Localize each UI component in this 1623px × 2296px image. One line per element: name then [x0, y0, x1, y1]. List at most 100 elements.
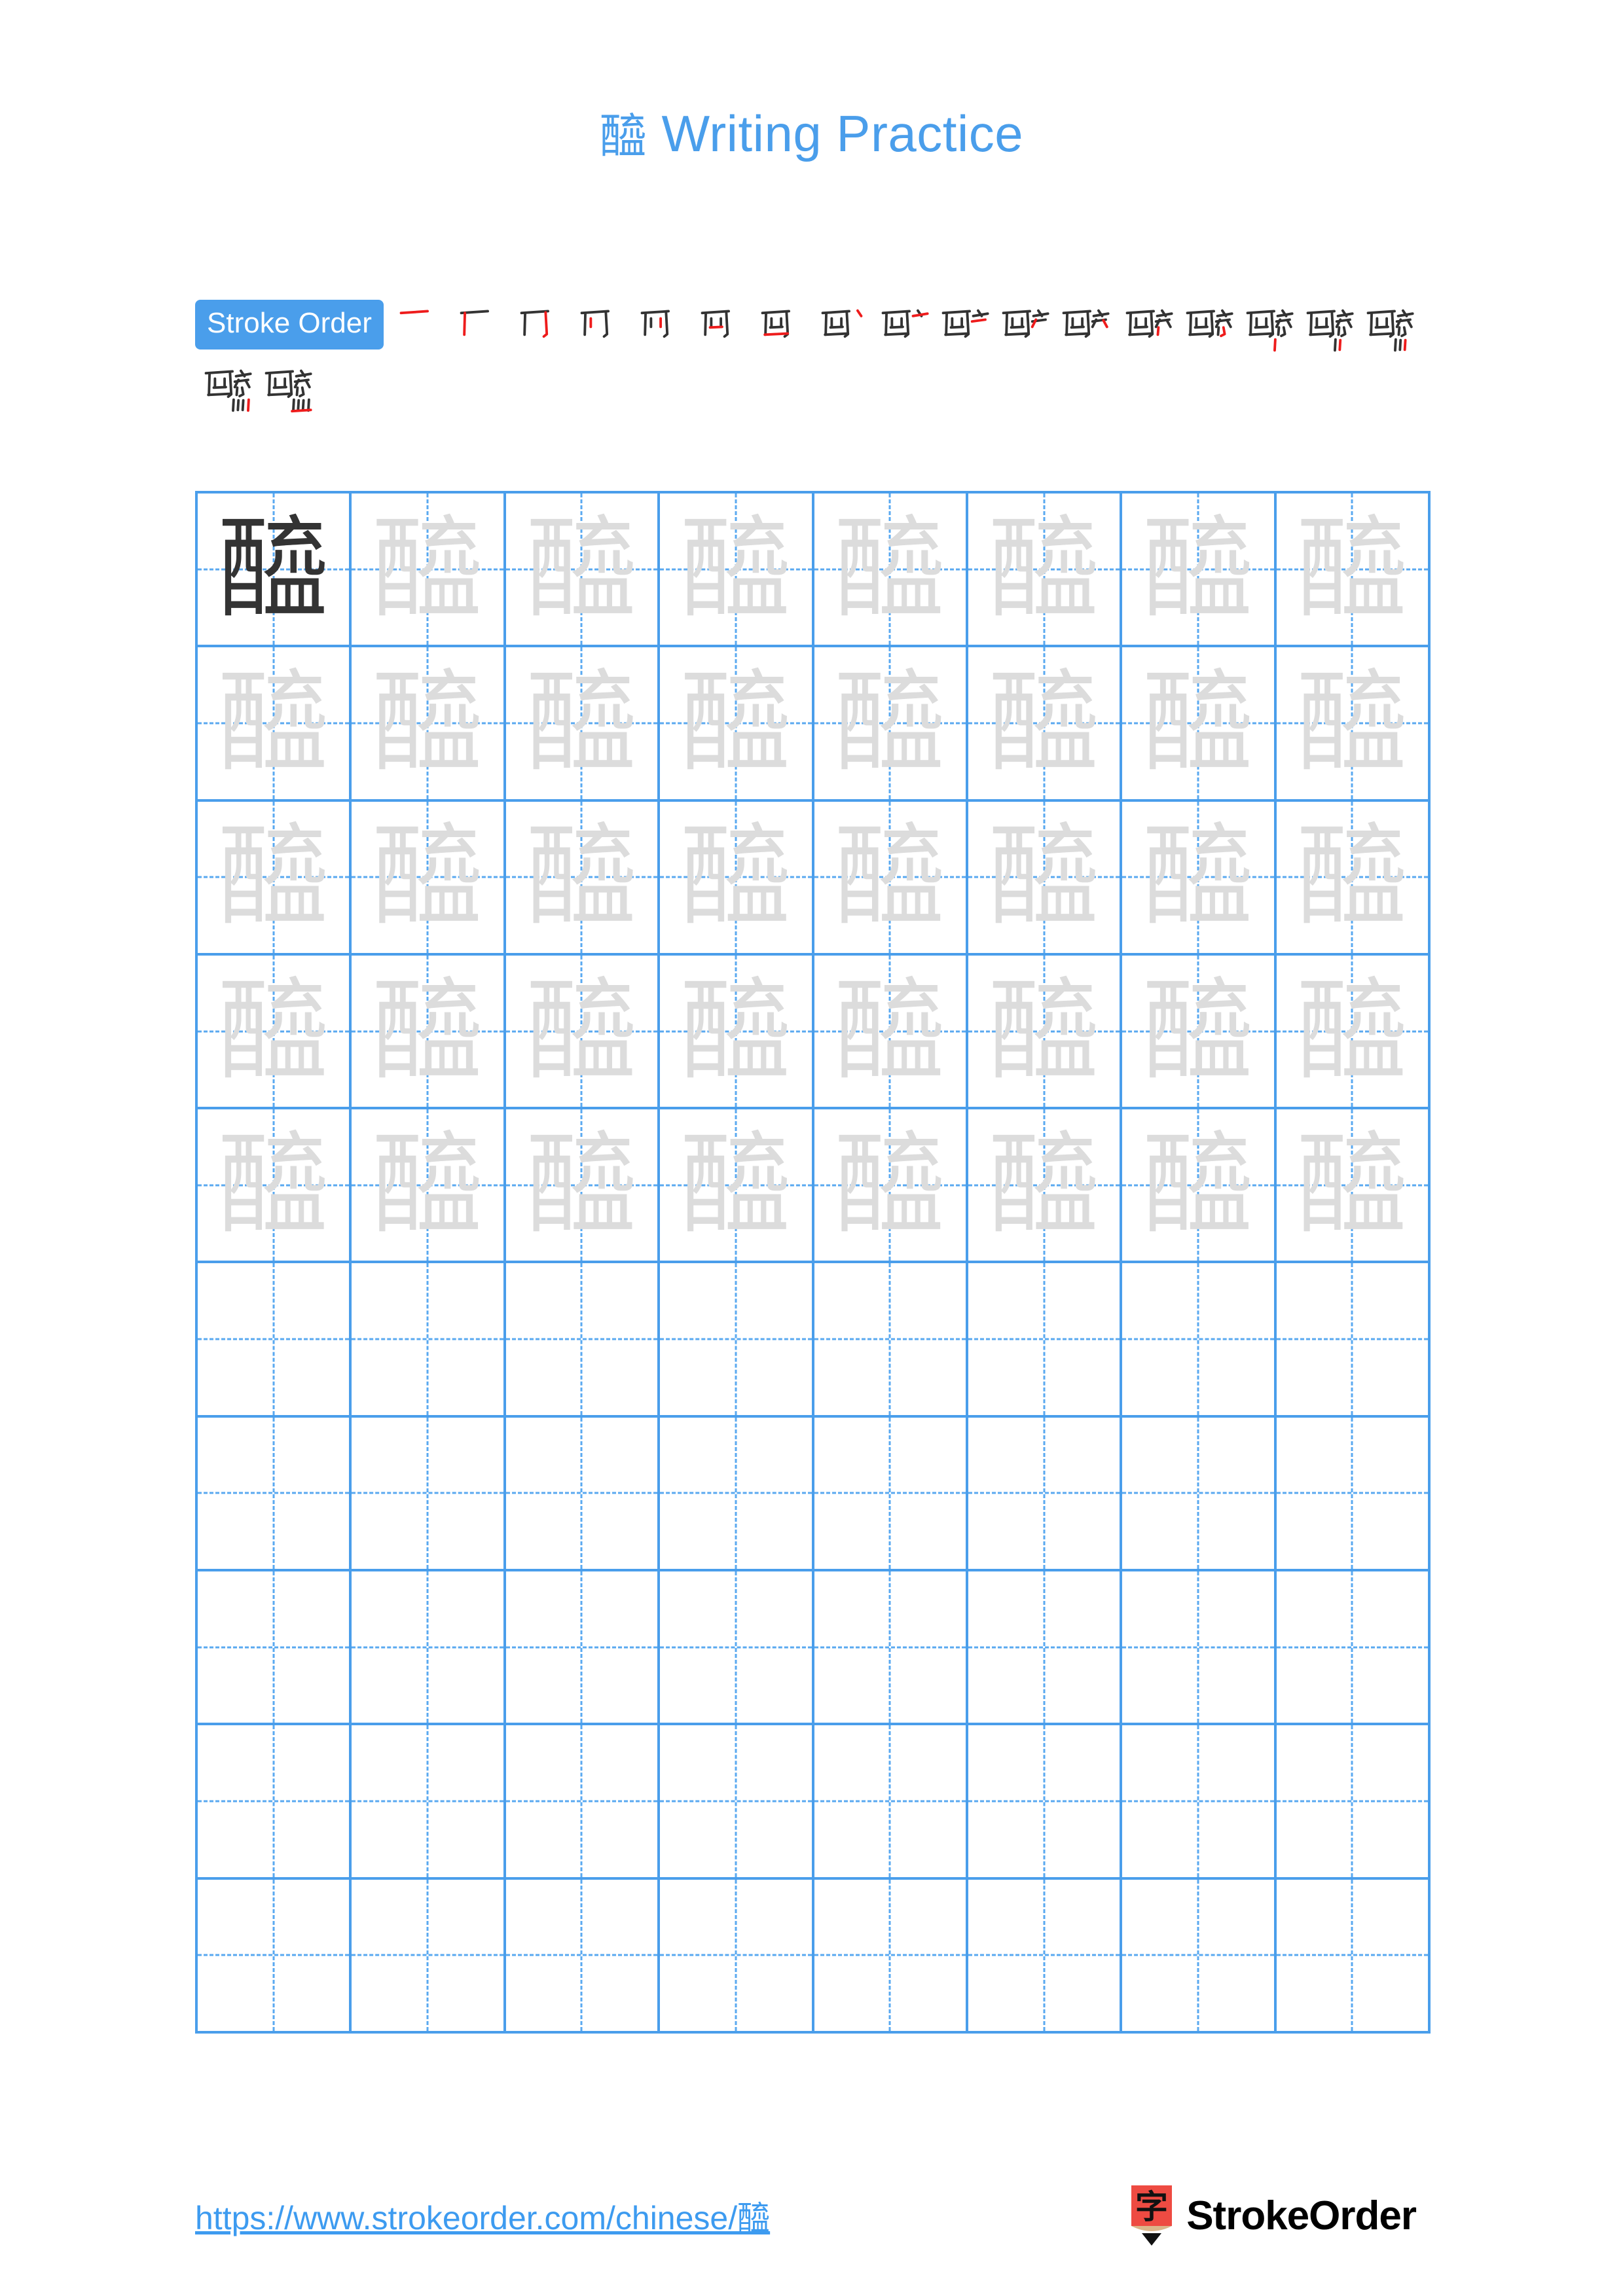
practice-grid-cell[interactable] [198, 1571, 352, 1726]
practice-grid-cell[interactable] [814, 1571, 968, 1726]
practice-grid-cell[interactable] [198, 1263, 352, 1418]
practice-grid-cell[interactable] [1276, 1571, 1431, 1726]
practice-grid-cell[interactable]: 醯 [968, 1109, 1123, 1264]
practice-grid-cell[interactable]: 醯 [352, 647, 506, 802]
practice-grid-cell[interactable] [660, 1417, 814, 1572]
stroke-order-step [390, 300, 450, 360]
trace-character: 醯 [526, 504, 638, 634]
trace-character: 醯 [680, 658, 792, 788]
practice-grid-cell[interactable]: 醯 [814, 493, 968, 648]
practice-grid-cell[interactable]: 醯 [660, 801, 814, 956]
page-title-character: 醯 [599, 109, 647, 164]
trace-character: 醯 [834, 504, 946, 634]
practice-grid-cell[interactable]: 醯 [198, 493, 352, 648]
practice-grid-cell[interactable]: 醯 [1122, 1109, 1277, 1264]
practice-grid-cell[interactable]: 醯 [814, 1109, 968, 1264]
practice-grid-cell[interactable]: 醯 [1122, 801, 1277, 956]
practice-grid-cell[interactable]: 醯 [660, 493, 814, 648]
practice-grid-cell[interactable] [198, 1879, 352, 2034]
practice-grid-cell[interactable] [352, 1263, 506, 1418]
practice-grid-cell[interactable]: 醯 [505, 1109, 661, 1264]
practice-grid-cell[interactable] [660, 1263, 814, 1418]
practice-grid-cell[interactable] [505, 1263, 661, 1418]
practice-grid-cell[interactable]: 醯 [198, 801, 352, 956]
stroke-order-step [691, 300, 752, 360]
trace-character: 醯 [834, 1120, 946, 1250]
practice-grid-cell[interactable] [968, 1879, 1123, 2034]
practice-grid-cell[interactable] [968, 1571, 1123, 1726]
practice-grid-cell[interactable] [660, 1571, 814, 1726]
practice-grid-cell[interactable]: 醯 [814, 801, 968, 956]
stroke-order-step [450, 300, 511, 360]
practice-grid-cell[interactable] [1122, 1263, 1277, 1418]
practice-grid-cell[interactable]: 醯 [505, 647, 661, 802]
trace-character: 醯 [372, 658, 484, 788]
practice-grid-cell[interactable] [352, 1417, 506, 1572]
practice-grid-row [198, 1879, 1431, 2034]
practice-grid-cell[interactable] [1122, 1725, 1277, 1880]
practice-grid-cell[interactable] [1276, 1263, 1431, 1418]
trace-character: 醯 [1142, 658, 1254, 788]
trace-character: 醯 [1296, 812, 1408, 942]
practice-grid-cell[interactable]: 醯 [1276, 647, 1431, 802]
practice-grid-cell[interactable] [814, 1879, 968, 2034]
practice-grid-cell[interactable]: 醯 [968, 493, 1123, 648]
practice-grid-cell[interactable] [352, 1571, 506, 1726]
practice-grid-cell[interactable]: 醯 [1276, 801, 1431, 956]
practice-grid-cell[interactable]: 醯 [352, 1109, 506, 1264]
practice-grid-cell[interactable]: 醯 [352, 955, 506, 1110]
practice-grid-cell[interactable]: 醯 [814, 955, 968, 1110]
practice-grid-row: 醯醯醯醯醯醯醯醯 [198, 955, 1431, 1110]
practice-grid-cell[interactable] [352, 1879, 506, 2034]
practice-grid-cell[interactable]: 醯 [505, 801, 661, 956]
practice-grid-cell[interactable]: 醯 [968, 955, 1123, 1110]
footer-url-link[interactable]: https://www.strokeorder.com/chinese/醯 [195, 2192, 770, 2239]
practice-grid-cell[interactable] [1122, 1879, 1277, 2034]
practice-grid-cell[interactable]: 醯 [1276, 1109, 1431, 1264]
practice-grid-cell[interactable] [198, 1417, 352, 1572]
practice-grid-cell[interactable]: 醯 [198, 1109, 352, 1264]
practice-grid-cell[interactable] [352, 1725, 506, 1880]
practice-grid-cell[interactable] [968, 1263, 1123, 1418]
practice-grid-cell[interactable]: 醯 [198, 955, 352, 1110]
practice-grid-cell[interactable]: 醯 [1276, 493, 1431, 648]
practice-grid-cell[interactable]: 醯 [352, 801, 506, 956]
practice-grid-cell[interactable] [1122, 1417, 1277, 1572]
practice-grid-cell[interactable] [968, 1417, 1123, 1572]
practice-grid-cell[interactable]: 醯 [660, 955, 814, 1110]
practice-grid-cell[interactable]: 醯 [814, 647, 968, 802]
practice-grid-cell[interactable] [505, 1417, 661, 1572]
practice-grid-cell[interactable] [1276, 1417, 1431, 1572]
practice-grid-cell[interactable]: 醯 [352, 493, 506, 648]
practice-grid-cell[interactable] [814, 1725, 968, 1880]
practice-grid-cell[interactable]: 醯 [1122, 647, 1277, 802]
practice-grid-cell[interactable]: 醯 [505, 955, 661, 1110]
practice-grid-cell[interactable]: 醯 [968, 801, 1123, 956]
practice-grid-cell[interactable] [814, 1263, 968, 1418]
stroke-order-step [255, 360, 316, 420]
practice-grid-cell[interactable] [814, 1417, 968, 1572]
practice-grid-cell[interactable] [505, 1571, 661, 1726]
practice-grid-cell[interactable] [1122, 1571, 1277, 1726]
practice-grid-cell[interactable] [660, 1725, 814, 1880]
practice-grid-cell[interactable]: 醯 [968, 647, 1123, 802]
practice-grid-cell[interactable] [660, 1879, 814, 2034]
practice-grid-cell[interactable] [968, 1725, 1123, 1880]
stroke-order-badge: Stroke Order [195, 300, 384, 350]
practice-grid-cell[interactable]: 醯 [660, 647, 814, 802]
practice-grid-cell[interactable]: 醯 [660, 1109, 814, 1264]
practice-grid-cell[interactable]: 醯 [1122, 493, 1277, 648]
trace-character: 醯 [526, 658, 638, 788]
practice-grid-cell[interactable] [198, 1725, 352, 1880]
practice-grid-cell[interactable]: 醯 [198, 647, 352, 802]
brand-logo[interactable]: 字 StrokeOrder [1127, 2185, 1417, 2246]
practice-grid-cell[interactable] [505, 1725, 661, 1880]
practice-grid-cell[interactable]: 醯 [1122, 955, 1277, 1110]
trace-character: 醯 [1296, 504, 1408, 634]
practice-grid-cell[interactable] [505, 1879, 661, 2034]
practice-grid-cell[interactable] [1276, 1725, 1431, 1880]
stroke-order-step [993, 300, 1053, 360]
practice-grid-cell[interactable]: 醯 [1276, 955, 1431, 1110]
practice-grid-cell[interactable]: 醯 [505, 493, 661, 648]
practice-grid-cell[interactable] [1276, 1879, 1431, 2034]
